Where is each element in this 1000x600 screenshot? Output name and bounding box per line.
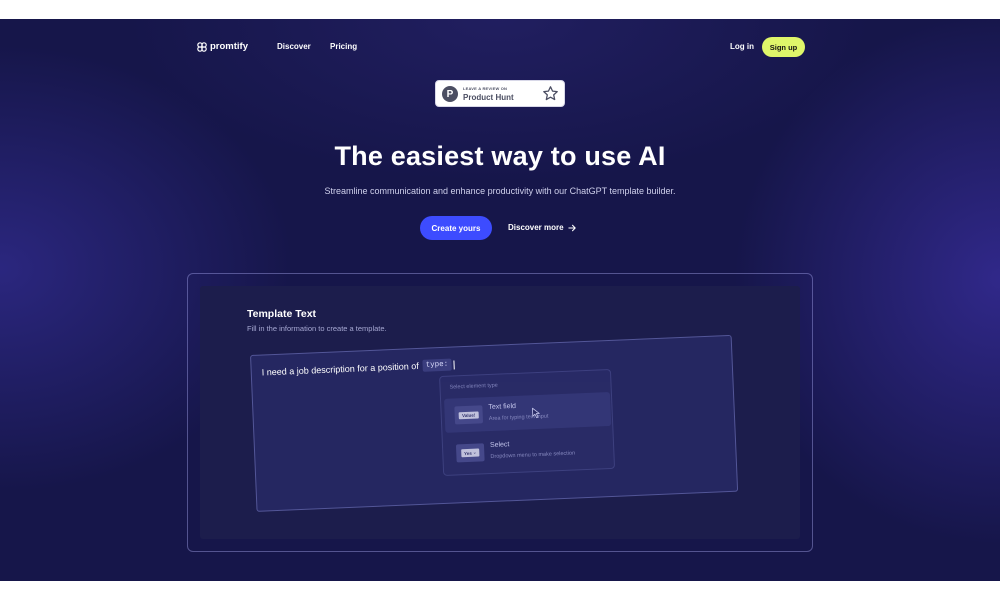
logo-icon xyxy=(197,41,207,52)
template-editor[interactable]: I need a job description for a position … xyxy=(250,334,739,512)
nav-link-discover[interactable]: Discover xyxy=(277,42,311,51)
chevron-down-icon: ⌄ xyxy=(472,449,477,455)
brand-name: promtify xyxy=(210,41,248,52)
select-description: Dropdown menu to make selection xyxy=(490,450,576,461)
text-field-thumb-label: Value! xyxy=(458,410,479,419)
dropdown-header: Select element type xyxy=(449,382,498,391)
pointer-cursor-icon xyxy=(532,407,540,419)
login-link[interactable]: Log in xyxy=(730,42,754,51)
select-thumbnail: Yes ⌄ xyxy=(455,443,485,463)
top-nav: promtify Discover Pricing Log in Sign up xyxy=(197,37,805,59)
demo-frame: Template Text Fill in the information to… xyxy=(187,273,813,552)
hero-subtitle: Streamline communication and enhance pro… xyxy=(324,186,676,196)
select-thumb-label: Yes ⌄ xyxy=(460,448,480,458)
text-field-thumbnail: Value! xyxy=(454,405,484,425)
template-subtitle: Fill in the information to create a temp… xyxy=(247,324,387,333)
dropdown-item-text-field[interactable]: Value! Text field Area for typing text i… xyxy=(444,391,612,433)
badge-kicker: LEAVE A REVIEW ON xyxy=(463,86,508,91)
signup-button[interactable]: Sign up xyxy=(762,37,805,57)
arrow-right-icon xyxy=(567,224,576,231)
product-hunt-badge[interactable]: P LEAVE A REVIEW ON Product Hunt xyxy=(435,80,565,107)
element-type-dropdown: Select element type Value! Text field Ar… xyxy=(439,368,616,477)
select-thumb-text: Yes xyxy=(463,450,472,456)
dropdown-item-select[interactable]: Yes ⌄ Select Dropdown menu to make selec… xyxy=(446,430,613,471)
template-panel: Template Text Fill in the information to… xyxy=(200,286,800,539)
page: promtify Discover Pricing Log in Sign up… xyxy=(0,19,1000,581)
text-field-label: Text field xyxy=(488,402,517,412)
product-hunt-logo: P xyxy=(442,86,458,102)
hero-title: The easiest way to use AI xyxy=(334,141,666,171)
discover-more-link[interactable]: Discover more xyxy=(508,223,577,232)
discover-more-label: Discover more xyxy=(508,223,564,232)
text-caret xyxy=(453,359,455,369)
editor-sentence: I need a job description for a position … xyxy=(261,360,419,378)
template-title: Template Text xyxy=(247,308,317,320)
nav-link-pricing[interactable]: Pricing xyxy=(330,42,357,51)
badge-name: Product Hunt xyxy=(463,93,514,102)
editor-content: I need a job description for a position … xyxy=(261,358,455,378)
create-yours-button[interactable]: Create yours xyxy=(420,216,492,240)
variable-chip[interactable]: type: xyxy=(422,358,452,372)
select-label: Select xyxy=(489,441,510,450)
brand-logo[interactable]: promtify xyxy=(197,41,248,52)
star-icon xyxy=(543,86,558,101)
